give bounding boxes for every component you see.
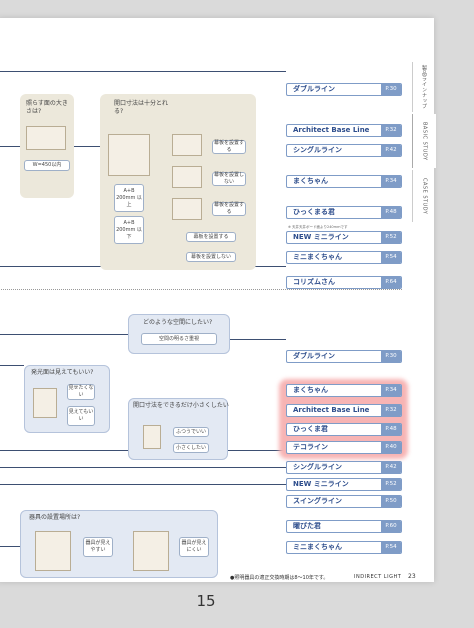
size-illustration: [143, 425, 161, 449]
flow-line: [0, 467, 286, 468]
mount-illustration: [172, 134, 202, 156]
footer-section: INDIRECT LIGHT: [354, 574, 402, 580]
install-option: 幕板を設置する: [212, 140, 246, 154]
place-hidden-option: 器具が見えにくい: [179, 537, 209, 557]
q2-title: 開口寸法は十分とれる?: [114, 100, 169, 115]
size-question: 開口寸法をできるだけ小さくしたい: [133, 402, 229, 409]
mount-illustration: [172, 166, 202, 188]
opening-illustration: [108, 134, 150, 176]
flow-line: [0, 334, 128, 335]
install-option: 幕板を設置する: [212, 202, 246, 216]
q1-size-box: W=450以内: [24, 160, 70, 171]
product-link[interactable]: ひっくま君 P.48: [286, 423, 402, 436]
flow-line: [0, 365, 24, 366]
side-tab-lineup[interactable]: 製品ラインナップ: [412, 62, 436, 112]
space-option: 空間の明るさ重視: [141, 333, 217, 345]
product-link[interactable]: Architect Base Line P.32: [286, 124, 402, 137]
side-tab-basic-study[interactable]: BASIC STUDY: [412, 114, 436, 168]
q1-panel: 照らす面の大きさは? W=450以内: [20, 94, 74, 198]
product-link[interactable]: ダブルライン P.30: [286, 83, 402, 96]
product-link[interactable]: ミニまくちゃん P.54: [286, 541, 402, 554]
size-normal-option: ふつうでいい: [173, 427, 209, 437]
dim-b-box: A+B 200mm 以下: [114, 216, 144, 244]
product-link[interactable]: Architect Base Line P.32: [286, 404, 402, 417]
section-divider: [0, 289, 402, 290]
place-question: 器具の設置場所は?: [29, 514, 81, 521]
place-panel: 器具の設置場所は? 器具が見えやすい 器具が見えにくい: [20, 510, 218, 578]
mount-illustration: [172, 198, 202, 220]
size-small-option: 小さくしたい: [173, 443, 209, 453]
product-link[interactable]: ひっくまる君 P.48: [286, 206, 402, 219]
surface-illustration: [26, 126, 66, 150]
flow-line: [74, 146, 100, 147]
product-link[interactable]: シングルライン P.42: [286, 461, 402, 474]
side-tab-case-study[interactable]: CASE STUDY: [412, 170, 436, 222]
footer-note: ●照明器具の適正交換時期は8～10年です。: [230, 575, 329, 581]
product-link[interactable]: まくちゃん P.34: [286, 384, 402, 397]
product-link[interactable]: コリズムさん P.64: [286, 276, 402, 289]
face-question: 発光面は見えてもいい?: [31, 369, 94, 376]
flow-line: [0, 546, 20, 547]
dim-a-box: A+B 200mm 以上: [114, 184, 144, 212]
visible-illustration: [35, 531, 71, 571]
product-link[interactable]: まくちゃん P.34: [286, 175, 402, 188]
product-link[interactable]: ミニまくちゃん P.54: [286, 251, 402, 264]
footer-page: 23: [408, 573, 416, 580]
product-link[interactable]: NEW ミニライン P.52: [286, 478, 402, 491]
place-visible-option: 器具が見えやすい: [83, 537, 113, 557]
flow-line: [0, 146, 20, 147]
product-link[interactable]: NEW ミニライン P.52: [286, 231, 402, 244]
page-number: 15: [196, 592, 216, 610]
product-link[interactable]: テコライン P.40: [286, 441, 402, 454]
q1-title: 照らす面の大きさは?: [26, 100, 68, 115]
no-install-option: 幕板を設置しない: [212, 172, 246, 186]
size-panel: 開口寸法をできるだけ小さくしたい ふつうでいい 小さくしたい: [128, 398, 229, 460]
space-question: どのような空間にしたい?: [143, 319, 213, 326]
catalog-page: 製品ラインナップ BASIC STUDY CASE STUDY 照らす面の大きさ…: [0, 18, 436, 582]
face-no-option: 見せたくない: [67, 384, 95, 400]
flow-line: [230, 339, 286, 340]
face-panel: 発光面は見えてもいい? 見せたくない 見えてもいい: [24, 365, 110, 433]
face-yes-option: 見えてもいい: [67, 406, 95, 426]
product-link[interactable]: スイングライン P.50: [286, 495, 402, 508]
no-install-option: 幕板を設置しない: [186, 252, 236, 262]
product-link[interactable]: ダブルライン P.30: [286, 350, 402, 363]
face-illustration: [33, 388, 57, 418]
side-tabs: 製品ラインナップ BASIC STUDY CASE STUDY: [412, 62, 436, 222]
small-note: ※ 天井天井ボード面より240mmです: [288, 225, 348, 229]
flow-line: [0, 71, 286, 72]
product-link[interactable]: 曜びた君 P.60: [286, 520, 402, 533]
space-panel: どのような空間にしたい? 空間の明るさ重視: [128, 314, 230, 354]
hidden-illustration: [133, 531, 169, 571]
product-link[interactable]: シングルライン P.42: [286, 144, 402, 157]
q2-panel: 開口寸法は十分とれる? A+B 200mm 以上 A+B 200mm 以下 幕板…: [100, 94, 256, 270]
flow-line: [0, 484, 286, 485]
install-option: 幕板を設置する: [186, 232, 236, 242]
